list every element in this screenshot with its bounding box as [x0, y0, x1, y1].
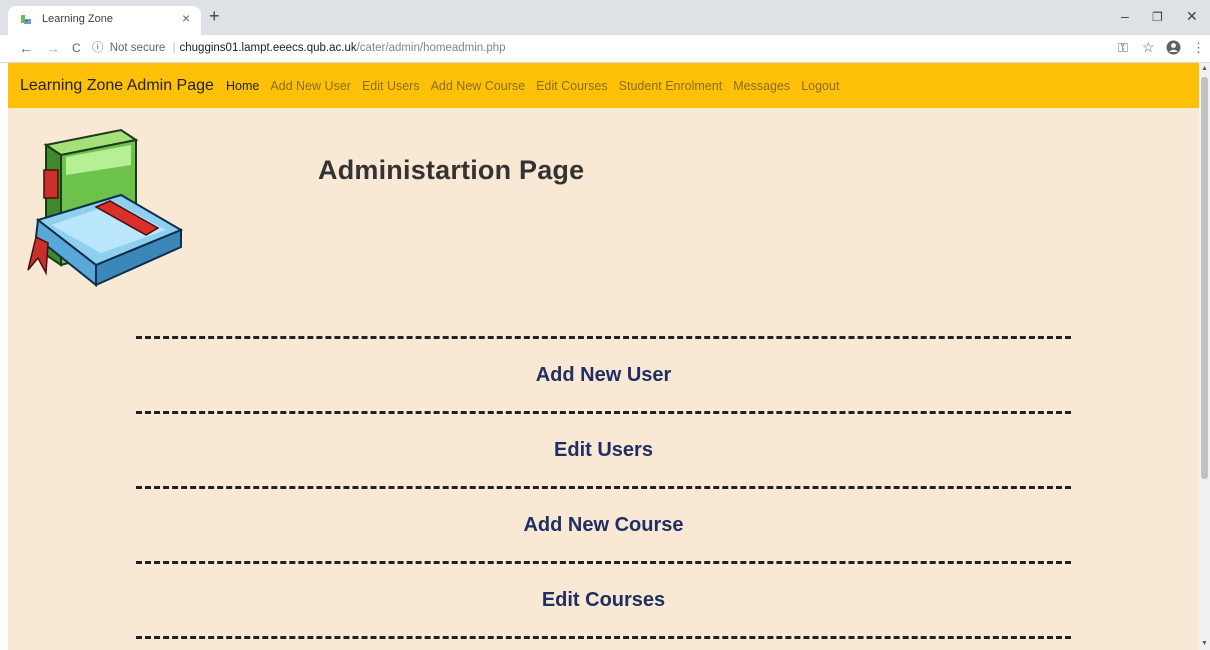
url-separator: | — [172, 42, 176, 54]
nav-links: Home Add New User Edit Users Add New Cou… — [226, 79, 850, 93]
nav-edit-courses[interactable]: Edit Courses — [536, 79, 608, 93]
url-path: /cater/admin/homeadmin.php — [356, 42, 506, 54]
browser-tab-bar: Learning Zone × + – ❐ ✕ — [0, 0, 1210, 35]
nav-edit-users[interactable]: Edit Users — [362, 79, 420, 93]
divider — [136, 486, 1071, 489]
link-edit-users[interactable]: Edit Users — [136, 439, 1071, 462]
divider — [136, 411, 1071, 414]
nav-home[interactable]: Home — [226, 79, 259, 93]
key-icon[interactable]: ⚿ — [1118, 40, 1128, 56]
site-brand[interactable]: Learning Zone Admin Page — [20, 77, 214, 95]
menu-icon[interactable]: ⋮ — [1192, 40, 1205, 56]
address-bar: ← → C ⓘ Not secure | chuggins01.lampt.eee… — [0, 35, 1210, 63]
forward-button[interactable]: → — [46, 40, 60, 56]
page-viewport: Learning Zone Admin Page Home Add New Us… — [8, 63, 1199, 650]
divider — [136, 336, 1071, 339]
close-window-button[interactable]: ✕ — [1186, 8, 1198, 25]
nav-messages[interactable]: Messages — [733, 79, 790, 93]
link-add-new-course[interactable]: Add New Course — [136, 514, 1071, 537]
browser-tab[interactable]: Learning Zone × — [8, 6, 201, 35]
url-field[interactable]: ⓘ Not secure | chuggins01.lampt.eeecs.qub… — [92, 38, 1092, 59]
site-navbar: Learning Zone Admin Page Home Add New Us… — [8, 63, 1199, 108]
nav-add-new-user[interactable]: Add New User — [270, 79, 351, 93]
minimize-button[interactable]: – — [1121, 8, 1129, 24]
link-add-new-user[interactable]: Add New User — [136, 364, 1071, 387]
divider — [136, 561, 1071, 564]
new-tab-button[interactable]: + — [209, 7, 220, 25]
url-host: chuggins01.lampt.eeecs.qub.ac.uk — [179, 42, 357, 54]
reload-button[interactable]: C — [72, 41, 81, 55]
security-label: Not secure — [109, 42, 166, 54]
restore-button[interactable]: ❐ — [1152, 10, 1163, 24]
divider — [136, 636, 1071, 639]
back-button[interactable]: ← — [19, 40, 33, 56]
favicon-icon — [21, 15, 31, 24]
scroll-up-icon[interactable]: ▲ — [1201, 65, 1208, 72]
nav-add-new-course[interactable]: Add New Course — [431, 79, 526, 93]
star-icon[interactable]: ☆ — [1142, 39, 1155, 56]
scroll-down-icon[interactable]: ▼ — [1201, 640, 1208, 647]
scroll-thumb[interactable] — [1201, 77, 1208, 479]
page-title: Administartion Page — [318, 155, 585, 185]
nav-logout[interactable]: Logout — [801, 79, 839, 93]
profile-icon[interactable] — [1166, 40, 1181, 55]
tab-close-icon[interactable]: × — [182, 10, 190, 26]
info-icon[interactable]: ⓘ — [92, 42, 104, 54]
nav-student-enrolment[interactable]: Student Enrolment — [619, 79, 723, 93]
books-logo-icon — [27, 128, 184, 288]
tab-title: Learning Zone — [42, 13, 113, 25]
page-scrollbar[interactable]: ▲ ▼ — [1199, 63, 1210, 650]
link-edit-courses[interactable]: Edit Courses — [136, 589, 1071, 612]
